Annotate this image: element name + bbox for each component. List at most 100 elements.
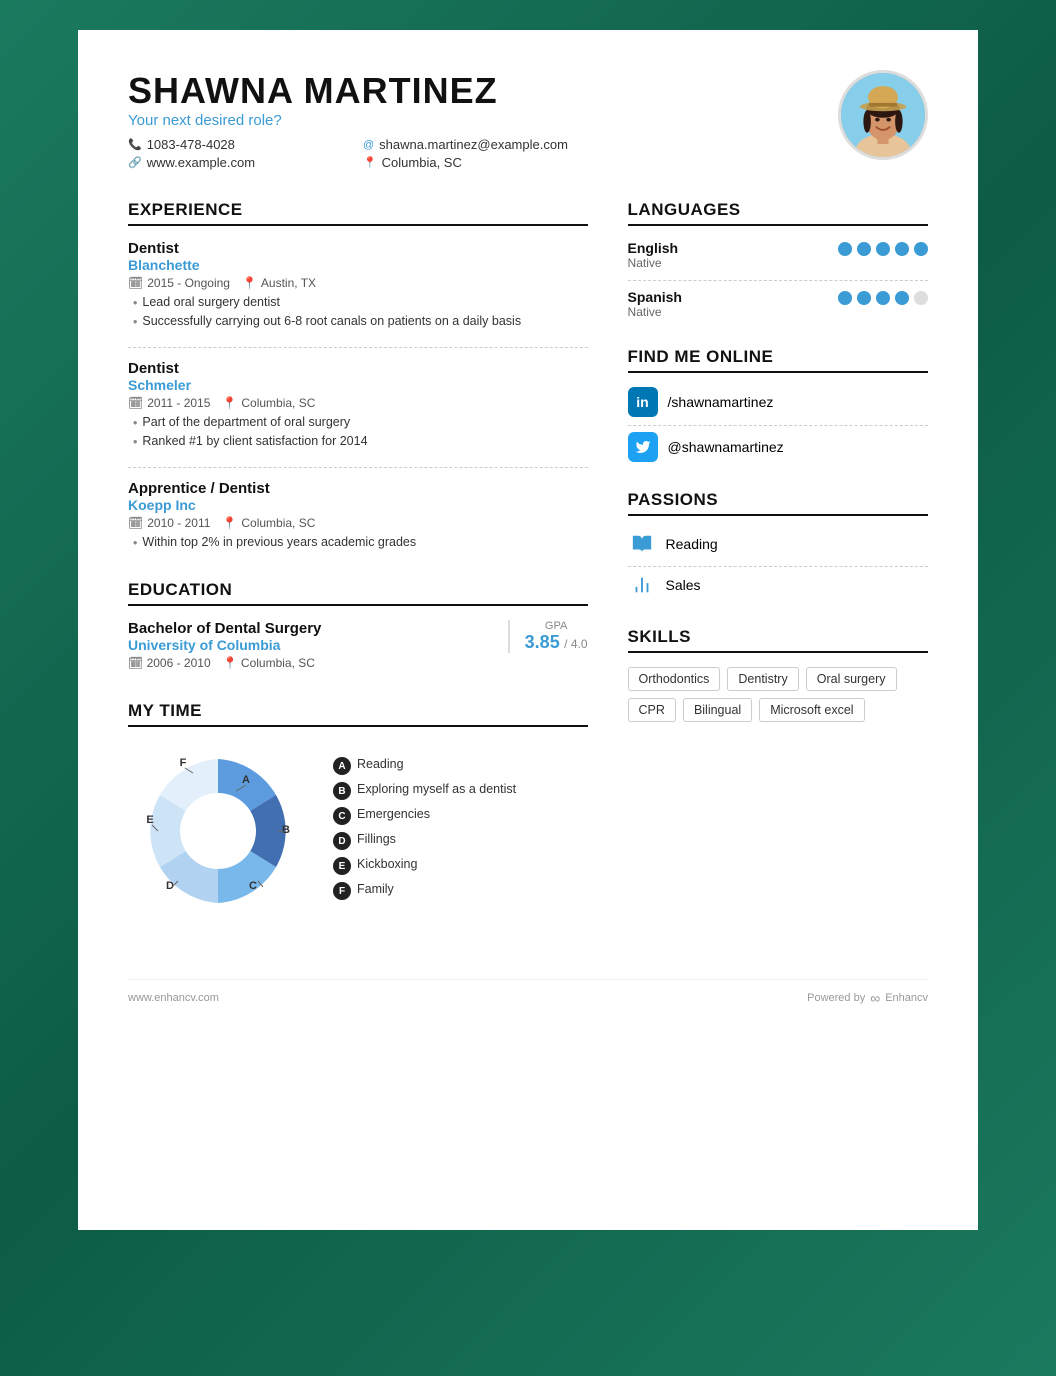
edu-main: Bachelor of Dental Surgery University of… (128, 620, 488, 673)
job-item: Dentist Schmeler 🗓 2011 - 2015 📍 Columbi… (128, 360, 588, 451)
lang-info: English Native (628, 240, 679, 270)
job-dates: 🗓 2015 - Ongoing (128, 276, 230, 290)
resume-document: SHAWNA MARTINEZ Your next desired role? … (78, 30, 978, 1230)
online-divider (628, 425, 928, 426)
skills-title: SKILLS (628, 627, 928, 653)
svg-text:F: F (180, 757, 187, 769)
school-name: University of Columbia (128, 637, 488, 653)
right-column: LANGUAGES English Native (628, 200, 928, 949)
dot-filled (857, 242, 871, 256)
passion-divider (628, 566, 928, 567)
legend-badge: A (333, 757, 351, 775)
legend-item: C Emergencies (333, 806, 516, 825)
job-company: Koepp Inc (128, 497, 588, 513)
calendar-icon: 🗓 (128, 656, 143, 670)
lang-name: English (628, 240, 679, 256)
gpa-max: / 4.0 (564, 637, 587, 651)
candidate-name: SHAWNA MARTINEZ (128, 70, 568, 112)
twitter-handle: @shawnamartinez (668, 439, 784, 455)
job-dates: 🗓 2010 - 2011 (128, 516, 210, 530)
lang-info: Spanish Native (628, 289, 682, 319)
lang-row: English Native (628, 240, 928, 270)
job-title: Dentist (128, 360, 588, 377)
edu-dates: 🗓 2006 - 2010 (128, 656, 211, 670)
skill-tag: Orthodontics (628, 667, 721, 691)
pin-icon: 📍 (242, 276, 257, 290)
header-info: SHAWNA MARTINEZ Your next desired role? … (128, 70, 568, 170)
lang-row: Spanish Native (628, 289, 928, 319)
avatar (838, 70, 928, 160)
skill-tag: Bilingual (683, 698, 752, 722)
job-company: Blanchette (128, 257, 588, 273)
donut-legend: A Reading B Exploring myself as a dentis… (333, 756, 516, 906)
education-section: EDUCATION Bachelor of Dental Surgery Uni… (128, 580, 588, 673)
languages-section: LANGUAGES English Native (628, 200, 928, 319)
job-title: Dentist (128, 240, 588, 257)
dot-filled (895, 291, 909, 305)
lang-dots (838, 291, 928, 305)
legend-item: E Kickboxing (333, 856, 516, 875)
dot-filled (876, 242, 890, 256)
edu-location: 📍 Columbia, SC (223, 656, 315, 670)
brand-icon: ∞ (870, 990, 880, 1006)
legend-label: Kickboxing (357, 856, 417, 872)
web-icon: 🔗 (128, 156, 142, 169)
skills-grid: Orthodontics Dentistry Oral surgery CPR … (628, 667, 928, 722)
job-location: 📍 Columbia, SC (222, 516, 315, 530)
job-dates: 🗓 2011 - 2015 (128, 396, 210, 410)
svg-text:C: C (249, 880, 257, 892)
skill-tag: Oral surgery (806, 667, 897, 691)
experience-section: EXPERIENCE Dentist Blanchette 🗓 2015 - O… (128, 200, 588, 552)
job-bullets: Lead oral surgery dentist Successfully c… (128, 293, 588, 331)
dot-filled (876, 291, 890, 305)
lang-divider (628, 280, 928, 281)
main-layout: EXPERIENCE Dentist Blanchette 🗓 2015 - O… (128, 200, 928, 949)
email-icon: @ (363, 139, 374, 151)
legend-label: Reading (357, 756, 404, 772)
website-contact: 🔗 www.example.com (128, 155, 333, 170)
legend-label: Emergencies (357, 806, 430, 822)
location-contact: 📍 Columbia, SC (363, 155, 568, 170)
calendar-icon: 🗓 (128, 396, 143, 410)
dot-filled (914, 242, 928, 256)
dot-filled (838, 291, 852, 305)
legend-item: D Fillings (333, 831, 516, 850)
svg-text:E: E (146, 814, 153, 826)
mytime-section: MY TIME (128, 701, 588, 921)
passions-section: PASSIONS Reading (628, 490, 928, 599)
skill-tag: Microsoft excel (759, 698, 864, 722)
legend-badge: F (333, 882, 351, 900)
reading-icon (628, 530, 656, 558)
donut-chart: A B C D E F (128, 741, 308, 921)
online-title: FIND ME ONLINE (628, 347, 928, 373)
svg-text:B: B (282, 824, 290, 836)
section-divider (128, 467, 588, 468)
location-icon: 📍 (363, 156, 377, 169)
education-item: Bachelor of Dental Surgery University of… (128, 620, 588, 673)
passion-item: Sales (628, 571, 928, 599)
linkedin-handle: /shawnamartinez (668, 394, 774, 410)
job-item: Apprentice / Dentist Koepp Inc 🗓 2010 - … (128, 480, 588, 552)
legend-badge: C (333, 807, 351, 825)
legend-label: Family (357, 881, 394, 897)
gpa-value: 3.85 (525, 632, 560, 652)
skill-tag: CPR (628, 698, 676, 722)
job-title: Apprentice / Dentist (128, 480, 588, 497)
legend-item: B Exploring myself as a dentist (333, 781, 516, 800)
legend-label: Exploring myself as a dentist (357, 781, 516, 797)
passion-item: Reading (628, 530, 928, 558)
job-meta: 🗓 2011 - 2015 📍 Columbia, SC (128, 396, 588, 410)
job-location: 📍 Austin, TX (242, 276, 316, 290)
gpa-label: GPA (525, 620, 588, 632)
contact-info: 📞 1083-478-4028 @ shawna.martinez@exampl… (128, 137, 568, 170)
online-item: @shawnamartinez (628, 432, 928, 462)
bullet-item: Successfully carrying out 6-8 root canal… (133, 312, 588, 331)
pin-icon: 📍 (223, 656, 238, 670)
resume-header: SHAWNA MARTINEZ Your next desired role? … (128, 70, 928, 170)
skills-section: SKILLS Orthodontics Dentistry Oral surge… (628, 627, 928, 722)
legend-label: Fillings (357, 831, 396, 847)
dot-filled (838, 242, 852, 256)
job-item: Dentist Blanchette 🗓 2015 - Ongoing 📍 Au… (128, 240, 588, 331)
twitter-icon (628, 432, 658, 462)
bullet-item: Within top 2% in previous years academic… (133, 533, 588, 552)
